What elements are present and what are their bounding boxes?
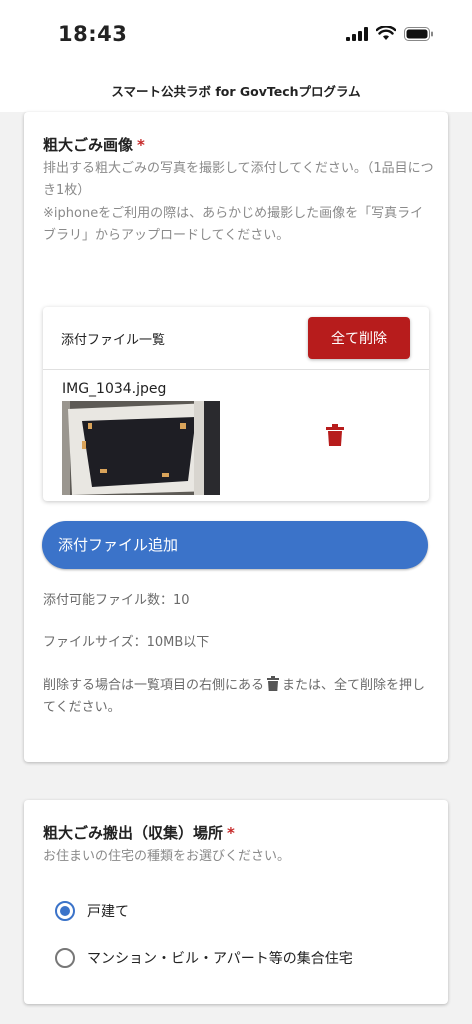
wifi-icon [376, 26, 396, 40]
location-card: 粗大ごみ搬出（収集）場所 * お住まいの住宅の種類をお選びください。 戸建て マン… [24, 800, 448, 1004]
radio-label: マンション・ビル・アパート等の集合住宅 [87, 951, 353, 967]
radio-label: 戸建て [87, 904, 129, 920]
app-title: スマート公共ラボ for GovTechプログラム [111, 84, 361, 99]
required-mark: * [227, 824, 235, 842]
radio-option-detached-house[interactable]: 戸建て [55, 901, 129, 921]
radio-option-apartment[interactable]: マンション・ビル・アパート等の集合住宅 [55, 948, 353, 968]
signal-icon [346, 26, 368, 41]
app-header: スマート公共ラボ for GovTechプログラム [0, 72, 472, 112]
attached-file-list: 添付ファイル一覧 全て削除 IMG_1034.jpeg [43, 307, 429, 501]
delete-all-button[interactable]: 全て削除 [308, 317, 410, 359]
system-icons [346, 26, 434, 41]
radio-button-selected[interactable] [55, 901, 75, 921]
battery-icon [404, 26, 433, 41]
required-mark: * [137, 136, 145, 154]
max-size-note: ファイルサイズ：10MB以下 [43, 635, 210, 650]
divider [43, 369, 429, 370]
max-files-note: 添付可能ファイル数：10 [43, 593, 190, 608]
delete-file-icon[interactable] [325, 424, 345, 446]
add-attachment-button[interactable]: 添付ファイル追加 [42, 521, 428, 569]
file-name: IMG_1034.jpeg [62, 381, 167, 397]
image-upload-card: 粗大ごみ画像 * 排出する粗大ごみの写真を撮影して添付してください。（1品目につき… [24, 112, 448, 762]
status-bar: 18:43 [0, 0, 472, 72]
iphone-note: ※iphoneをご利用の際は、あらかじめ撮影した画像を「写真ライブラリ」からアッ… [43, 206, 424, 243]
delete-instruction: 削除する場合は一覧項目の右側にある または、全て削除を押してください。 [43, 676, 426, 715]
trash-icon [267, 676, 280, 691]
image-question-description: 排出する粗大ごみの写真を撮影して添付してください。（1品目につき1枚） [43, 161, 434, 198]
location-question-title: 粗大ごみ搬出（収集）場所 * [43, 824, 235, 842]
file-list-label: 添付ファイル一覧 [61, 333, 166, 348]
file-thumbnail [62, 401, 220, 495]
radio-button[interactable] [55, 948, 75, 968]
status-time: 18:43 [58, 22, 128, 46]
location-question-description: お住まいの住宅の種類をお選びください。 [43, 849, 291, 864]
image-question-title: 粗大ごみ画像 * [43, 136, 145, 154]
